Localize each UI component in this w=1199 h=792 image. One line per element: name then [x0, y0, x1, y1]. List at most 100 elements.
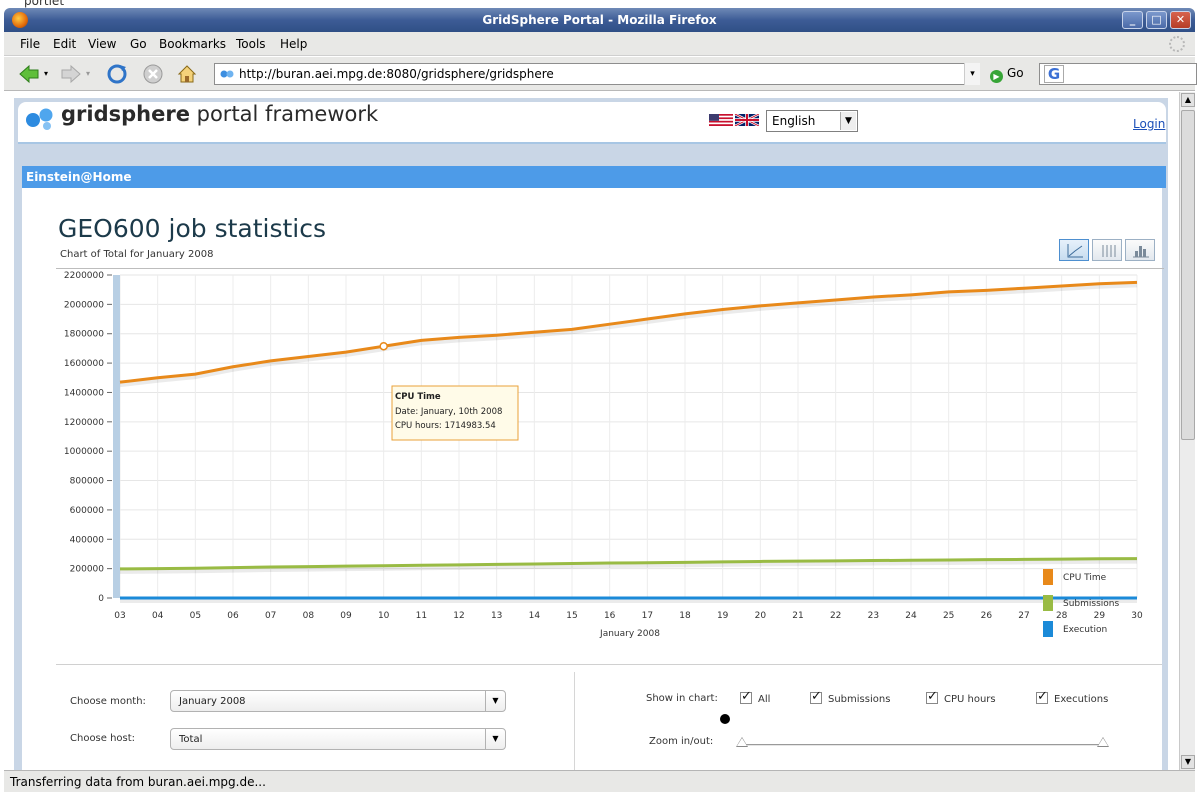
language-select[interactable]: English ▼ — [766, 110, 858, 132]
back-icon[interactable] — [18, 63, 40, 85]
y-tick-label: 0 — [98, 594, 104, 604]
forward-dropdown-icon[interactable]: ▾ — [86, 69, 90, 78]
y-tick-label: 2200000 — [64, 271, 104, 281]
zoom-slider-end-handle[interactable] — [1097, 737, 1109, 747]
checkbox-submissions-box[interactable] — [810, 689, 822, 704]
menu-help-label: Help — [280, 37, 308, 51]
x-axis-label: January 2008 — [599, 629, 660, 639]
status-bar: Transferring data from buran.aei.mpg.de.… — [4, 770, 1195, 792]
scroll-up-icon[interactable]: ▲ — [1181, 93, 1195, 107]
menu-view[interactable]: View — [88, 37, 116, 51]
host-value: Total — [179, 734, 203, 745]
navigation-toolbar: ▾ ▾ http://buran.aei.mpg.de:8080/gridsph… — [4, 57, 1197, 91]
choose-month-label: Choose month: — [70, 696, 146, 707]
controls-separator — [56, 664, 1162, 665]
menu-tools-label: Tools — [236, 37, 266, 51]
menu-tools[interactable]: Tools — [236, 37, 266, 51]
page-content: gridsphere portal framework English ▼ Lo… — [4, 92, 1179, 770]
menu-file-label: File — [20, 37, 41, 51]
chevron-down-icon: ▼ — [485, 729, 505, 749]
go-arrow-icon: ▶ — [990, 70, 1003, 83]
x-tick-label: 18 — [679, 611, 691, 621]
checkbox-all-label: All — [758, 694, 771, 705]
month-select[interactable]: January 2008 ▼ — [170, 690, 506, 712]
forward-icon[interactable] — [60, 63, 82, 85]
job-statistics-chart: 2200000200000018000001600000140000012000… — [64, 271, 1143, 639]
checkbox-cpu-hours-box[interactable] — [926, 689, 938, 704]
search-engine-icon[interactable]: G — [1044, 65, 1064, 83]
zoom-slider-start-handle[interactable] — [736, 737, 748, 747]
checkbox-executions-box[interactable] — [1036, 689, 1048, 704]
go-label: Go — [1007, 66, 1024, 80]
checkbox-executions[interactable]: Executions — [1036, 689, 1108, 705]
host-select[interactable]: Total ▼ — [170, 728, 506, 750]
tooltip-marker[interactable] — [379, 341, 388, 351]
x-tick-label: 29 — [1094, 611, 1106, 621]
login-link[interactable]: Login — [1133, 117, 1165, 131]
chart-subtitle: Chart of Total for January 2008 — [60, 249, 214, 260]
url-field[interactable]: http://buran.aei.mpg.de:8080/gridsphere/… — [214, 63, 979, 85]
x-tick-label: 04 — [152, 611, 164, 621]
controls-vertical-separator — [574, 672, 575, 770]
x-tick-label: 30 — [1131, 611, 1143, 621]
minimize-button[interactable]: _ — [1122, 11, 1143, 29]
line-chart-icon — [1067, 244, 1083, 258]
x-tick-label: 26 — [981, 611, 993, 621]
zoom-label: Zoom in/out: — [649, 736, 714, 747]
x-tick-label: 08 — [303, 611, 315, 621]
menu-go[interactable]: Go — [130, 37, 147, 51]
scroll-down-icon[interactable]: ▼ — [1181, 755, 1195, 769]
bar-chart-view-button[interactable] — [1125, 239, 1155, 261]
x-tick-label: 12 — [453, 611, 464, 621]
checkbox-cpu-hours[interactable]: CPU hours — [926, 689, 996, 705]
cursor-dot — [720, 714, 730, 724]
x-tick-label: 16 — [604, 611, 616, 621]
window-titlebar: GridSphere Portal - Mozilla Firefox _ □ … — [4, 8, 1195, 32]
maximize-button[interactable]: □ — [1146, 11, 1167, 29]
series-line-cpu-time[interactable] — [119, 280, 1138, 384]
reload-icon[interactable] — [106, 63, 128, 85]
x-tick-label: 22 — [830, 611, 841, 621]
scrollbar-thumb[interactable] — [1181, 110, 1195, 440]
checkbox-all-box[interactable] — [740, 689, 752, 704]
menu-file[interactable]: File — [20, 37, 40, 51]
table-view-button[interactable] — [1092, 239, 1122, 261]
x-tick-label: 10 — [378, 611, 390, 621]
checkbox-submissions[interactable]: Submissions — [810, 689, 891, 705]
x-tick-label: 14 — [529, 611, 541, 621]
checkbox-submissions-label: Submissions — [828, 694, 891, 705]
x-tick-label: 25 — [943, 611, 954, 621]
chart-series — [119, 280, 1138, 603]
x-tick-label: 05 — [190, 611, 201, 621]
x-tick-label: 27 — [1018, 611, 1029, 621]
url-history-dropdown-icon[interactable]: ▾ — [964, 63, 980, 85]
menu-bookmarks[interactable]: Bookmarks — [159, 37, 226, 51]
back-dropdown-icon[interactable]: ▾ — [44, 69, 48, 78]
x-axis-ticks: 03 04 05 06 07 08 09 10 11 12 13 14 15 16 17 18 19 20 21 22… — [114, 611, 1143, 621]
x-tick-label: 07 — [265, 611, 276, 621]
legend-label-execution: Execution — [1063, 625, 1107, 635]
search-input[interactable]: G — [1039, 63, 1197, 85]
menu-help[interactable]: Help — [280, 37, 307, 51]
checkbox-cpu-hours-label: CPU hours — [944, 694, 996, 705]
zoom-slider-track[interactable] — [742, 744, 1106, 746]
checkbox-all[interactable]: All — [740, 689, 771, 705]
line-chart-view-button[interactable] — [1059, 239, 1089, 261]
vertical-scrollbar[interactable]: ▲ ▼ — [1179, 92, 1195, 770]
y-tick-label: 2000000 — [64, 300, 104, 310]
x-tick-label: 23 — [868, 611, 879, 621]
logo-rest: portal framework — [189, 102, 379, 126]
title-separator — [56, 268, 1164, 269]
y-tick-label: 1600000 — [64, 359, 104, 369]
go-button[interactable]: ▶ Go — [990, 66, 1024, 83]
close-button[interactable]: ✕ — [1170, 11, 1191, 29]
logo-bold: gridsphere — [61, 102, 190, 126]
x-tick-label: 24 — [905, 611, 917, 621]
y-tick-label: 400000 — [70, 535, 105, 545]
menu-bookmarks-label: Bookmarks — [159, 37, 227, 51]
x-tick-label: 06 — [227, 611, 239, 621]
home-icon[interactable] — [176, 63, 198, 85]
x-tick-label: 19 — [717, 611, 729, 621]
stop-icon[interactable] — [142, 63, 164, 85]
menu-edit[interactable]: Edit — [53, 37, 76, 51]
